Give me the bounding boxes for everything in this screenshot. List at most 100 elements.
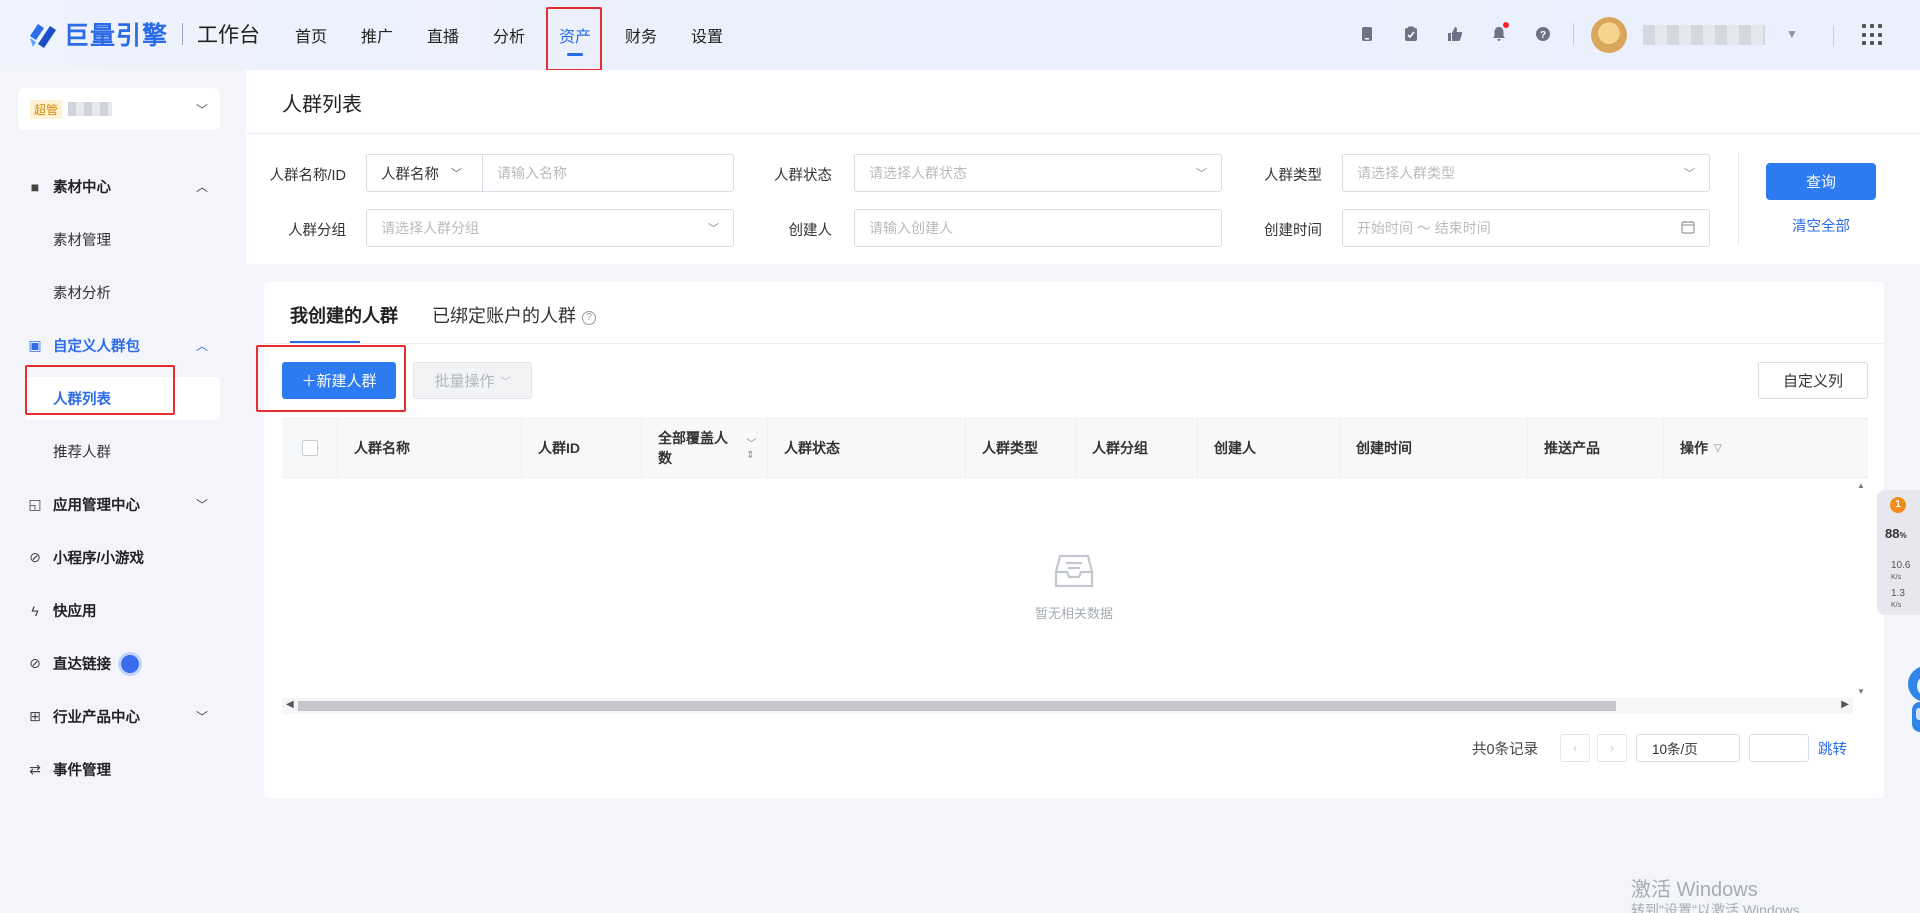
sidebar-item-label: 应用管理中心 <box>53 498 140 514</box>
sidebar-item-event-manage[interactable]: ⇄ 事件管理 <box>0 743 246 796</box>
svg-text:▼: ▼ <box>1857 687 1865 696</box>
sidebar-item-custom-audience[interactable]: ▣ 自定义人群包 ︿ <box>0 319 246 372</box>
grid-icon: ⊞ <box>29 708 41 724</box>
system-monitor-widget[interactable]: 1 88% 10.6 K/s 1.3 K/s <box>1877 490 1920 615</box>
link-icon: ⊘ <box>29 655 41 671</box>
name-type-value: 人群名称 <box>381 166 439 183</box>
nav-settings[interactable]: 设置 <box>674 0 740 70</box>
sidebar-item-label: 小程序/小游戏 <box>53 551 145 567</box>
sidebar-item-audience-list[interactable]: 人群列表 <box>25 377 220 420</box>
nav-live[interactable]: 直播 <box>410 0 476 70</box>
cpu-usage: 88% <box>1885 526 1907 541</box>
chevron-up-icon: ︿ <box>195 339 208 353</box>
miniprogram-icon: ⊘ <box>29 549 41 565</box>
sidebar-item-miniprogram[interactable]: ⊘ 小程序/小游戏 <box>0 531 246 584</box>
batch-operation-button: 批量操作 ﹀ <box>413 362 532 399</box>
filter-time-label: 创建时间 <box>1264 223 1322 239</box>
filter-divider <box>1738 153 1739 245</box>
chevron-down-icon: ﹀ <box>1684 168 1695 180</box>
lightning-icon: ϟ <box>31 602 39 619</box>
event-icon: ⇄ <box>29 761 41 777</box>
filter-icon[interactable]: ▽ <box>1714 443 1722 454</box>
brand-name: 巨量引擎 <box>64 22 169 50</box>
table-horizontal-scrollbar[interactable]: ◀ ▶ <box>282 698 1853 714</box>
prev-page-button[interactable]: ‹ <box>1560 734 1590 762</box>
chevron-down-icon: ﹀ <box>195 498 208 512</box>
type-select-placeholder: 请选择人群类型 <box>1357 165 1455 181</box>
sidebar-item-app-center[interactable]: ◱ 应用管理中心 ﹀ <box>0 478 246 531</box>
group-select[interactable]: 请选择人群分组 ﹀ <box>366 209 734 247</box>
nav-promotion[interactable]: 推广 <box>344 0 410 70</box>
scroll-left-icon[interactable]: ◀ <box>286 699 294 710</box>
clipboard-icon[interactable] <box>1397 20 1425 48</box>
sidebar-item-material-analysis[interactable]: 素材分析 <box>0 266 246 319</box>
page-jump-input[interactable] <box>1749 734 1809 762</box>
mobile-icon[interactable] <box>1353 20 1381 48</box>
column-header-coverage[interactable]: 全部覆盖人数 ﹀ ⇕ <box>642 419 768 477</box>
new-audience-button[interactable]: ＋新建人群 <box>282 362 396 399</box>
notification-dot <box>1503 22 1509 28</box>
question-icon[interactable]: ? <box>582 311 596 325</box>
table-vertical-scrollbar[interactable]: ▲ ▼ <box>1853 478 1868 698</box>
name-type-select[interactable]: 人群名称 ﹀ <box>366 154 483 192</box>
column-header: 人群分组 <box>1076 419 1198 477</box>
type-select[interactable]: 请选择人群类型 ﹀ <box>1342 154 1710 192</box>
scroll-right-icon[interactable]: ▶ <box>1841 699 1849 710</box>
sidebar-item-recommended-audience[interactable]: 推荐人群 <box>0 425 246 478</box>
avatar[interactable] <box>1591 17 1627 53</box>
filter-creator-label: 创建人 <box>788 223 833 239</box>
page-size-select[interactable]: 10条/页 <box>1636 734 1740 762</box>
nav-assets[interactable]: 资产 <box>542 0 608 70</box>
calendar-icon <box>1681 220 1695 237</box>
sidebar: 超管 ﹀ ■ 素材中心 ︿ 素材管理 素材分析 ▣ 自定义人群包 ︿ 人群列表 … <box>0 70 246 913</box>
tab-bound-audiences[interactable]: 已绑定账户的人群? <box>432 302 596 328</box>
download-speed: 1.3 K/s <box>1891 588 1905 609</box>
sidebar-item-material-center[interactable]: ■ 素材中心 ︿ <box>0 160 246 213</box>
clear-all-button[interactable]: 清空全部 <box>1766 215 1876 236</box>
sidebar-item-label: 直达链接 <box>53 657 111 673</box>
select-all-checkbox[interactable] <box>302 440 318 456</box>
nav-finance[interactable]: 财务 <box>608 0 674 70</box>
empty-state: 暂无相关数据 <box>264 550 1884 622</box>
custom-columns-button[interactable]: 自定义列 <box>1758 362 1868 399</box>
nav-home[interactable]: 首页 <box>278 0 344 70</box>
batch-operation-label: 批量操作 <box>434 373 495 390</box>
chevron-down-icon[interactable]: ▼ <box>1786 27 1798 41</box>
status-select[interactable]: 请选择人群状态 ﹀ <box>854 154 1222 192</box>
query-button[interactable]: 查询 <box>1766 163 1876 200</box>
thumb-icon[interactable] <box>1441 20 1469 48</box>
active-tab-indicator <box>290 341 360 343</box>
apps-divider <box>1833 25 1834 47</box>
sidebar-item-material-manage[interactable]: 素材管理 <box>0 213 246 266</box>
account-switcher[interactable]: 超管 ﹀ <box>18 88 220 130</box>
sort-icon[interactable]: ﹀ ⇕ <box>746 435 767 461</box>
chevron-down-icon: ﹀ <box>708 223 719 235</box>
sidebar-item-direct-link[interactable]: ⊘ 直达链接 <box>0 637 246 690</box>
scroll-thumb[interactable] <box>298 701 1616 711</box>
sidebar-item-quick-app[interactable]: ϟ 快应用 <box>0 584 246 637</box>
tab-label: 我创建的人群 <box>290 306 398 326</box>
windows-activation-watermark: 激活 Windows <box>1631 879 1758 901</box>
logo[interactable]: 巨量引擎 工作台 <box>24 16 260 52</box>
nav-analysis[interactable]: 分析 <box>476 0 542 70</box>
sidebar-item-industry-products[interactable]: ⊞ 行业产品中心 ﹀ <box>0 690 246 743</box>
bell-icon[interactable] <box>1485 20 1513 48</box>
creator-input[interactable]: 请输入创建人 <box>854 209 1222 247</box>
column-header: 人群状态 <box>768 419 966 477</box>
svg-text:▲: ▲ <box>1857 481 1865 490</box>
user-name-redacted <box>1643 25 1765 45</box>
column-header: 推送产品 <box>1528 419 1664 477</box>
tab-my-audiences[interactable]: 我创建的人群 <box>290 302 398 328</box>
filter-type-label: 人群类型 <box>1264 168 1322 184</box>
time-range-picker[interactable]: 开始时间 ～ 结束时间 <box>1342 209 1710 247</box>
logo-divider <box>182 23 184 45</box>
app-icon: ◱ <box>28 496 42 512</box>
help-icon[interactable]: ? <box>1529 20 1557 48</box>
next-page-button[interactable]: › <box>1597 734 1627 762</box>
app-grid-icon[interactable] <box>1862 24 1884 46</box>
jump-button[interactable]: 跳转 <box>1818 738 1847 759</box>
assistant-mascot-icon[interactable] <box>1904 664 1920 742</box>
name-input[interactable]: 请输入名称 <box>482 154 734 192</box>
time-range-placeholder: 开始时间 ～ 结束时间 <box>1357 220 1491 236</box>
account-name-redacted <box>68 102 113 116</box>
